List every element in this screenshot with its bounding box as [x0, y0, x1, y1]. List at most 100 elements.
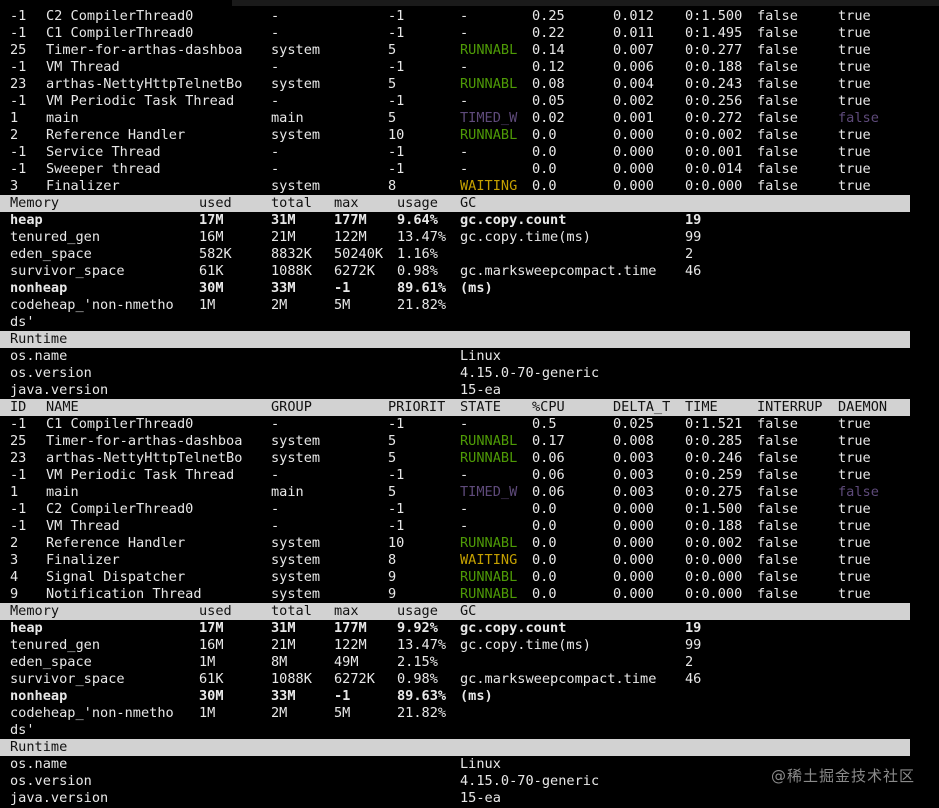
memory-row: ds': [0, 722, 939, 739]
thread-priority: -1: [388, 8, 405, 24]
thread-row: 1 main main 5 TIMED_W 0.06 0.003 0:0.275 false fa…: [0, 484, 939, 501]
thread-time: 0:0.000: [685, 178, 743, 194]
memory-row: codeheap_'non-nmetho 1M 2M 5M 21.82%: [0, 297, 939, 314]
thread-interrupted: false: [757, 535, 798, 551]
thread-daemon: true: [838, 518, 871, 534]
thread-time: 0:0.000: [685, 569, 743, 585]
runtime-key: os.name: [10, 348, 68, 364]
thread-time: 0:1.495: [685, 25, 743, 41]
gc-name: (ms): [460, 280, 493, 296]
header-runtime: Runtime: [10, 331, 68, 347]
memory-name: codeheap_'non-nmetho: [10, 297, 174, 313]
thread-id: -1: [10, 59, 27, 75]
thread-interrupted: false: [757, 144, 798, 160]
header-group: GROUP: [271, 399, 312, 415]
header-delta: DELTA_T: [613, 399, 671, 415]
thread-row: 25 Timer-for-arthas-dashboa system 5 RUNNABL…: [0, 42, 939, 59]
thread-id: -1: [10, 8, 27, 24]
runtime-value: Linux: [460, 348, 501, 364]
header-interrupted: INTERRUP: [757, 399, 823, 415]
thread-cpu: 0.0: [532, 501, 557, 517]
memory-total: 2M: [271, 297, 288, 313]
thread-priority: -1: [388, 144, 405, 160]
thread-state: RUNNABL: [460, 127, 518, 143]
thread-group: system: [271, 76, 321, 92]
thread-delta-time: 0.012: [613, 8, 654, 24]
thread-delta-time: 0.000: [613, 161, 654, 177]
memory-usage: 9.92%: [397, 620, 438, 636]
thread-state: TIMED_W: [460, 484, 518, 500]
thread-id: -1: [10, 501, 27, 517]
thread-cpu: 0.06: [532, 484, 565, 500]
header-used: used: [199, 195, 232, 211]
thread-daemon: true: [838, 433, 871, 449]
memory-usage: 13.47%: [397, 637, 447, 653]
runtime-row: java.version 15-ea: [0, 382, 939, 399]
memory-used: 1M: [199, 297, 216, 313]
thread-delta-time: 0.000: [613, 144, 654, 160]
header-max: max: [334, 195, 359, 211]
memory-total: 33M: [271, 280, 296, 296]
thread-row: 3 Finalizer system 8 WAITING 0.0 0.000 0:0.000 f…: [0, 552, 939, 569]
thread-priority: 5: [388, 484, 397, 500]
thread-group: system: [271, 178, 321, 194]
memory-row: survivor_space 61K 1088K 6272K 0.98% gc.marks…: [0, 263, 939, 280]
thread-group: system: [271, 535, 321, 551]
thread-daemon: true: [838, 416, 871, 432]
thread-id: 1: [10, 484, 19, 500]
window-top-bar: [232, 0, 939, 6]
header-runtime: Runtime: [10, 739, 68, 755]
thread-state: -: [460, 467, 469, 483]
thread-interrupted: false: [757, 76, 798, 92]
gc-value: 19: [685, 620, 702, 636]
thread-row: 3 Finalizer system 8 WAITING 0.0 0.000 0:0.000 f…: [0, 178, 939, 195]
memory-total: 1088K: [271, 263, 312, 279]
memory-used: 582K: [199, 246, 232, 262]
thread-priority: -1: [388, 467, 405, 483]
gc-name: (ms): [460, 688, 493, 704]
thread-priority: 8: [388, 552, 397, 568]
thread-row: -1 C1 CompilerThread0 - -1 - 0.22 0.011 0:1.495…: [0, 25, 939, 42]
runtime-row: os.version 4.15.0-70-generic: [0, 365, 939, 382]
thread-delta-time: 0.000: [613, 518, 654, 534]
thread-group: -: [271, 25, 280, 41]
thread-group: -: [271, 501, 280, 517]
memory-total: 2M: [271, 705, 288, 721]
memory-name: tenured_gen: [10, 637, 101, 653]
thread-group: main: [271, 110, 304, 126]
thread-daemon: true: [838, 8, 871, 24]
memory-usage: 89.61%: [397, 280, 447, 296]
thread-delta-time: 0.000: [613, 552, 654, 568]
thread-interrupted: false: [757, 518, 798, 534]
thread-cpu: 0.5: [532, 416, 557, 432]
thread-daemon: true: [838, 144, 871, 160]
thread-name: Signal Dispatcher: [46, 569, 186, 585]
thread-name: C2 CompilerThread0: [46, 501, 194, 517]
header-name: Memory: [10, 195, 60, 211]
runtime-value: 15-ea: [460, 382, 501, 398]
thread-state: WAITING: [460, 552, 518, 568]
thread-id: 2: [10, 535, 19, 551]
header-time: TIME: [685, 399, 718, 415]
memory-name: eden_space: [10, 654, 92, 670]
thread-delta-time: 0.011: [613, 25, 654, 41]
runtime-key: java.version: [10, 382, 109, 398]
thread-cpu: 0.08: [532, 76, 565, 92]
memory-max: 122M: [334, 229, 367, 245]
memory-row: ds': [0, 314, 939, 331]
memory-name: codeheap_'non-nmetho: [10, 705, 174, 721]
memory-row: eden_space 582K 8832K 50240K 1.16% 2: [0, 246, 939, 263]
thread-cpu: 0.05: [532, 93, 565, 109]
thread-id: -1: [10, 467, 27, 483]
thread-delta-time: 0.003: [613, 484, 654, 500]
thread-time: 0:0.275: [685, 484, 743, 500]
thread-daemon: true: [838, 178, 871, 194]
memory-used: 17M: [199, 212, 224, 228]
thread-cpu: 0.0: [532, 144, 557, 160]
thread-id: 9: [10, 586, 19, 602]
thread-id: 25: [10, 42, 27, 58]
thread-time: 0:0.188: [685, 59, 743, 75]
thread-name: VM Thread: [46, 518, 120, 534]
thread-daemon: true: [838, 161, 871, 177]
thread-delta-time: 0.000: [613, 127, 654, 143]
